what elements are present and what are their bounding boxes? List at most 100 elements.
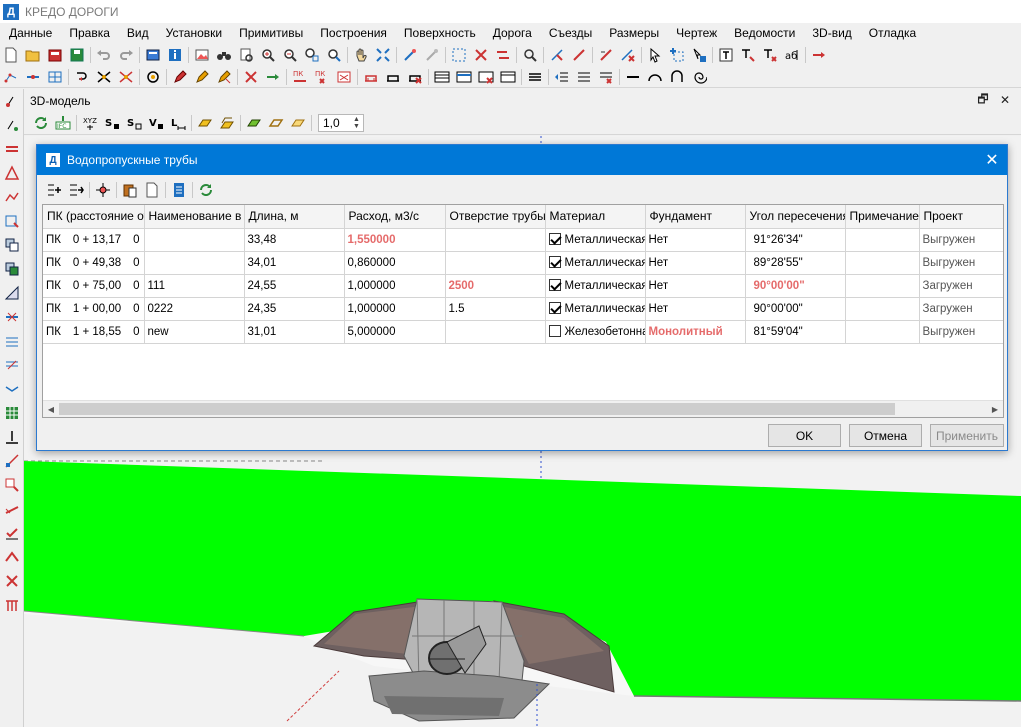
table-settings-icon[interactable]	[497, 67, 519, 87]
cell-pk[interactable]: ПК 1 + 00,00 0	[43, 297, 145, 321]
menu-view[interactable]: Вид	[118, 23, 157, 44]
intersect-delete-icon[interactable]	[115, 67, 137, 87]
cell-opening[interactable]	[445, 228, 546, 252]
column-header[interactable]: Примечание	[845, 205, 920, 229]
layers-stack-icon[interactable]	[524, 67, 546, 87]
cell-note[interactable]	[845, 320, 920, 344]
fit-view-icon[interactable]	[372, 45, 394, 65]
column-header[interactable]: ПК (расстояние от начала трассы)	[43, 205, 145, 229]
cell-project[interactable]: Выгружен	[919, 251, 1003, 275]
cell-angle[interactable]: 81°59'04"	[745, 320, 846, 344]
zoom-window-icon[interactable]	[301, 45, 323, 65]
column-header[interactable]: Проект	[919, 205, 1003, 229]
cell-pk[interactable]: ПК 0 + 75,00 0	[43, 274, 145, 298]
select-frame-icon[interactable]	[448, 45, 470, 65]
menu-dimensions[interactable]: Размеры	[600, 23, 667, 44]
cell-flow[interactable]: 1,000000	[344, 297, 446, 321]
open-project-icon[interactable]	[44, 45, 66, 65]
points-icon[interactable]	[0, 67, 22, 87]
scrollbar-thumb[interactable]	[59, 403, 895, 415]
left-tool-surface-edit-icon[interactable]	[0, 209, 24, 233]
table-row[interactable]: ПК 0 + 49,38 0 34,01 0,860000 Металлическая Не…	[43, 251, 1003, 275]
cell-flow[interactable]: 1,550000	[344, 228, 446, 252]
tool-wand-gray-icon[interactable]	[421, 45, 443, 65]
cell-flow[interactable]: 5,000000	[344, 320, 446, 344]
cell-foundation[interactable]: Нет	[645, 228, 746, 252]
cell-note[interactable]	[845, 297, 920, 321]
plane-green-icon[interactable]	[243, 113, 265, 133]
left-tool-grid-tiles-icon[interactable]	[0, 401, 24, 425]
cell-material[interactable]: Металлическая	[545, 297, 646, 321]
volume-v-icon[interactable]: V	[145, 113, 167, 133]
left-tool-cut-icon[interactable]	[0, 473, 24, 497]
xyz-coords-icon[interactable]: XYZ	[79, 113, 101, 133]
column-header[interactable]: Расход, м3/с	[344, 205, 446, 229]
left-tool-stream-icon[interactable]	[0, 377, 24, 401]
column-header[interactable]: Материал	[545, 205, 646, 229]
cell-flow[interactable]: 1,000000	[344, 274, 446, 298]
column-header[interactable]: Длина, м	[244, 205, 345, 229]
spiral-tool-icon[interactable]	[688, 67, 710, 87]
cell-note[interactable]	[845, 228, 920, 252]
pk-table-icon[interactable]	[333, 67, 355, 87]
line-tool-icon[interactable]	[622, 67, 644, 87]
left-tool-slope-icon[interactable]	[0, 281, 24, 305]
material-checkbox[interactable]	[548, 233, 561, 245]
material-checkbox[interactable]	[548, 256, 561, 268]
cell-length[interactable]: 31,01	[244, 320, 345, 344]
close-icon[interactable]: ✕	[983, 151, 1001, 169]
report-icon[interactable]	[168, 180, 190, 200]
bridge-edit-icon[interactable]	[382, 67, 404, 87]
select-add-icon[interactable]	[666, 45, 688, 65]
list-icon[interactable]	[573, 67, 595, 87]
table-row[interactable]: ПК 0 + 75,00 0 111 24,55 1,000000 2500 Металлич…	[43, 274, 1003, 298]
cell-foundation[interactable]: Нет	[645, 297, 746, 321]
menu-statements[interactable]: Ведомости	[725, 23, 803, 44]
scale-spinner[interactable]: 1,0 ▲ ▼	[318, 113, 364, 132]
left-tool-region-add-icon[interactable]	[0, 257, 24, 281]
select-info-icon[interactable]	[688, 45, 710, 65]
text-icon[interactable]	[715, 45, 737, 65]
element-icon[interactable]	[142, 67, 164, 87]
cell-project[interactable]: Загружен	[919, 297, 1003, 321]
cell-material[interactable]: Железобетонная	[545, 320, 646, 344]
left-tool-contour-icon[interactable]	[0, 329, 24, 353]
left-tool-region-icon[interactable]	[0, 233, 24, 257]
menu-settings[interactable]: Установки	[157, 23, 230, 44]
text-edit-icon[interactable]	[737, 45, 759, 65]
table-edit-icon[interactable]	[453, 67, 475, 87]
table-icon[interactable]	[431, 67, 453, 87]
tool-wand-icon[interactable]	[399, 45, 421, 65]
print-preview-icon[interactable]	[235, 45, 257, 65]
pointer-icon[interactable]	[644, 45, 666, 65]
refresh-3d-icon[interactable]	[30, 113, 52, 133]
menu-edit[interactable]: Правка	[60, 23, 118, 44]
tool-arrows-icon[interactable]	[492, 45, 514, 65]
scroll-left-icon[interactable]: ◀	[44, 402, 58, 416]
left-tool-check-icon[interactable]	[0, 521, 24, 545]
horizontal-scrollbar[interactable]: ◀ ▶	[43, 400, 1003, 417]
cell-length[interactable]: 24,55	[244, 274, 345, 298]
cell-pk[interactable]: ПК 1 + 18,55 0	[43, 320, 145, 344]
pen-edit-icon[interactable]	[169, 67, 191, 87]
arrow-right-icon[interactable]	[808, 45, 830, 65]
insert-row-icon[interactable]	[43, 180, 65, 200]
ok-button[interactable]: OK	[768, 424, 841, 447]
close-panel-icon[interactable]: ✕	[997, 92, 1013, 108]
column-header[interactable]: Наименование в ведомости	[144, 205, 245, 229]
remove-icon[interactable]	[240, 67, 262, 87]
delete-line-icon[interactable]	[617, 45, 639, 65]
route-icon[interactable]	[71, 67, 93, 87]
material-checkbox[interactable]	[548, 279, 561, 291]
cell-opening[interactable]	[445, 251, 546, 275]
undo-icon[interactable]	[93, 45, 115, 65]
points-line-icon[interactable]	[22, 67, 44, 87]
tool-node-icon[interactable]	[546, 45, 568, 65]
cell-length[interactable]: 24,35	[244, 297, 345, 321]
cell-note[interactable]	[845, 274, 920, 298]
menu-debug[interactable]: Отладка	[860, 23, 924, 44]
cell-name[interactable]: 111	[144, 274, 245, 298]
left-tool-bridge-icon[interactable]	[0, 593, 24, 617]
apply-button[interactable]: Применить	[930, 424, 1004, 447]
bridge-delete-icon[interactable]	[404, 67, 426, 87]
